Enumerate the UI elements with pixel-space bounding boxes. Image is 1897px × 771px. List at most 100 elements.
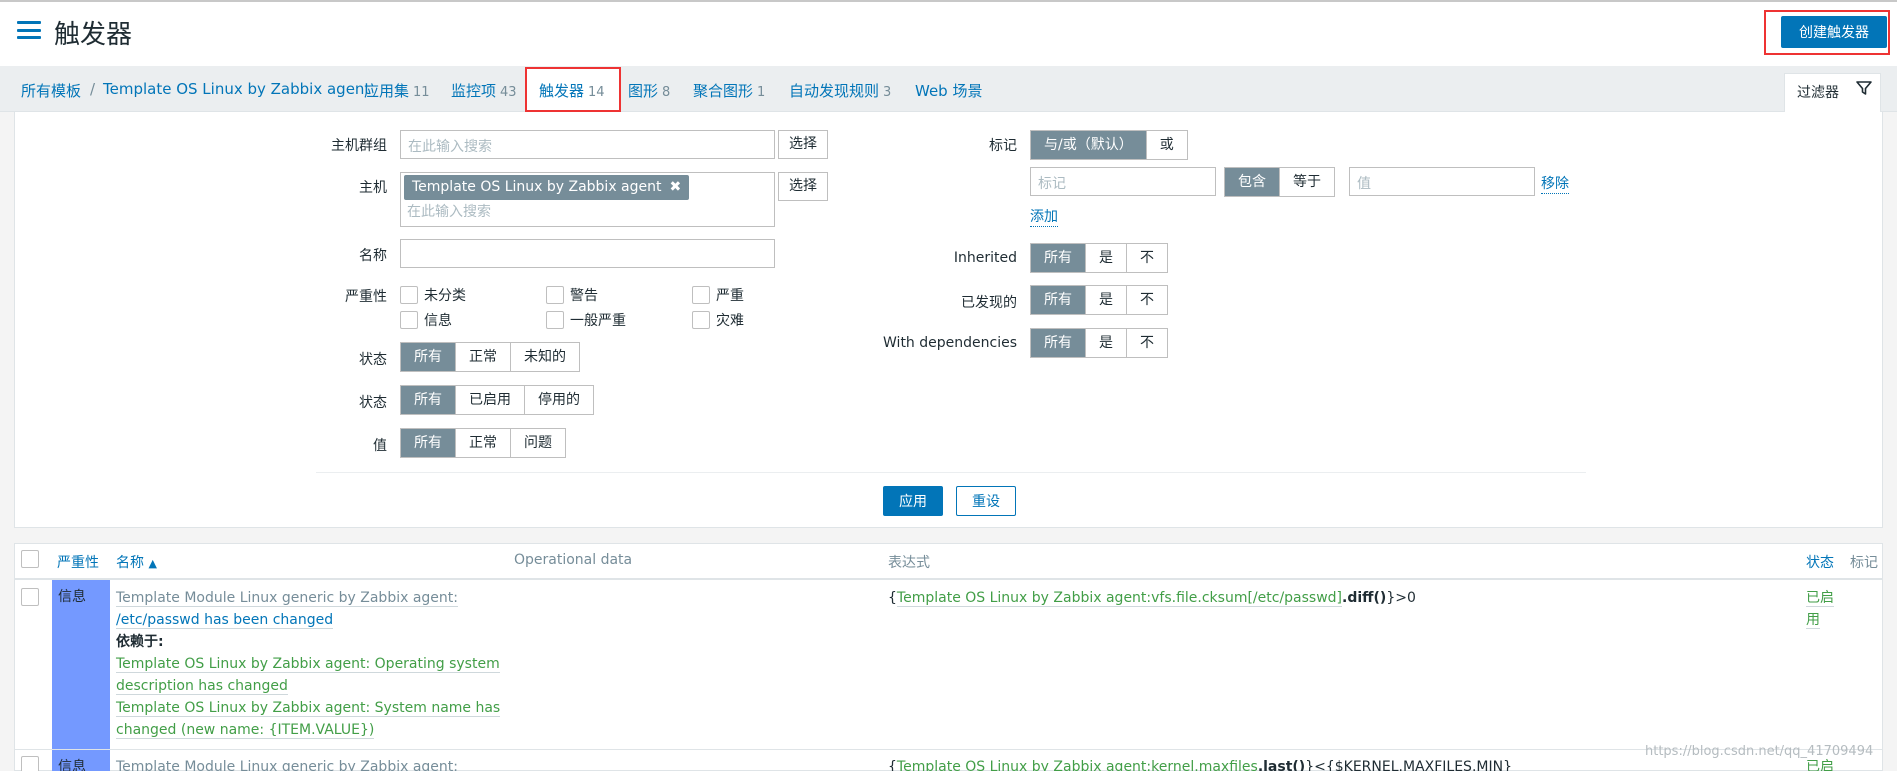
checkbox[interactable] <box>400 311 418 329</box>
tab-discovery-rules[interactable]: 自动发现规则 3 <box>789 80 891 101</box>
tab-triggers[interactable]: 触发器 14 <box>539 80 605 101</box>
tag-operator-segmented: 包含 等于 <box>1224 167 1335 197</box>
severity-badge: 信息 <box>52 580 110 749</box>
trigger-name-link[interactable]: /etc/passwd has been changed <box>116 609 334 631</box>
apply-button[interactable]: 应用 <box>883 486 943 516</box>
deps-all[interactable]: 所有 <box>1031 329 1086 357</box>
checkbox[interactable] <box>692 311 710 329</box>
checkbox[interactable] <box>400 286 418 304</box>
breadcrumb-all-templates[interactable]: 所有模板 <box>21 80 81 101</box>
checkbox[interactable] <box>692 286 710 304</box>
status-enabled[interactable]: 已启用 <box>456 386 525 414</box>
status-enabled-link[interactable]: 已启 <box>1806 587 1834 609</box>
host-label: 主机 <box>359 180 387 196</box>
depends-on-label: 依赖于: <box>116 634 164 650</box>
inherited-yes[interactable]: 是 <box>1086 244 1127 272</box>
tag-op-equals[interactable]: 等于 <box>1280 168 1334 196</box>
th-name[interactable]: 名称 ▲ <box>116 552 157 572</box>
inherited-all[interactable]: 所有 <box>1031 244 1086 272</box>
name-label: 名称 <box>359 248 387 264</box>
tag-name-input[interactable]: 标记 <box>1030 167 1216 196</box>
select-all-checkbox[interactable] <box>21 550 39 568</box>
deps-yes[interactable]: 是 <box>1086 329 1127 357</box>
dependency-link-2[interactable]: Template OS Linux by Zabbix agent: Syste… <box>116 697 501 719</box>
severity-warning[interactable]: 警告 <box>546 285 598 305</box>
tags-mode-segmented: 与/或（默认） 或 <box>1030 130 1188 160</box>
host-group-select-button[interactable]: 选择 <box>778 130 828 159</box>
severity-disaster[interactable]: 灾难 <box>692 310 744 330</box>
th-expression: 表达式 <box>888 555 930 571</box>
severity-not-classified[interactable]: 未分类 <box>400 285 466 305</box>
severity-average[interactable]: 一般严重 <box>546 310 626 330</box>
tab-count: 11 <box>413 85 430 100</box>
tab-web-scenarios[interactable]: Web 场景 <box>915 80 982 101</box>
breadcrumb-template[interactable]: Template OS Linux by Zabbix agent <box>103 80 370 98</box>
th-tags: 标记 <box>1850 555 1878 571</box>
filter-tab[interactable]: 过滤器 <box>1784 73 1881 113</box>
discovered-label: 已发现的 <box>961 295 1017 311</box>
dependency-link-1[interactable]: Template OS Linux by Zabbix agent: Opera… <box>116 653 500 675</box>
th-severity[interactable]: 严重性 <box>57 552 99 572</box>
tab-graphs[interactable]: 图形 8 <box>628 80 670 101</box>
filter-panel <box>14 112 1883 528</box>
app-root: 触发器 创建触发器 所有模板 / Template OS Linux by Za… <box>0 0 1897 771</box>
value-all[interactable]: 所有 <box>401 429 456 457</box>
discovered-all[interactable]: 所有 <box>1031 286 1086 314</box>
tag-remove-link[interactable]: 移除 <box>1541 173 1569 194</box>
breadcrumb-separator: / <box>90 80 96 98</box>
status-text: 用 <box>1806 612 1820 629</box>
dependency-link-1-cont[interactable]: description has changed <box>116 675 288 697</box>
tab-applications[interactable]: 应用集 11 <box>364 80 430 101</box>
severity-high[interactable]: 严重 <box>692 285 744 305</box>
host-select-button[interactable]: 选择 <box>778 172 828 201</box>
tab-label: 图形 <box>628 82 659 100</box>
expr-function: .last() <box>1257 759 1306 771</box>
row-checkbox[interactable] <box>21 756 39 771</box>
value-segmented: 所有 正常 问题 <box>400 428 566 458</box>
trigger-template-link[interactable]: Template Module Linux generic by Zabbix … <box>116 587 458 609</box>
discovered-yes[interactable]: 是 <box>1086 286 1127 314</box>
tag-value-input[interactable]: 值 <box>1349 167 1535 196</box>
checkbox[interactable] <box>546 286 564 304</box>
trigger-template-link[interactable]: Template Module Linux generic by Zabbix … <box>116 756 458 771</box>
hamburger-menu-icon[interactable] <box>17 21 41 39</box>
inherited-no[interactable]: 不 <box>1127 244 1167 272</box>
dependency-link-2-cont[interactable]: changed (new name: {ITEM.VALUE}) <box>116 719 375 741</box>
trigger-template-text: Template Module Linux generic by Zabbix … <box>116 590 458 607</box>
value-ok[interactable]: 正常 <box>456 429 511 457</box>
th-status[interactable]: 状态 <box>1806 552 1834 572</box>
filter-divider <box>316 472 1586 473</box>
expr-item-link[interactable]: Template OS Linux by Zabbix agent:vfs.fi… <box>896 590 1343 607</box>
status-disabled[interactable]: 停用的 <box>525 386 593 414</box>
tag-add-link[interactable]: 添加 <box>1030 206 1058 227</box>
state-unknown[interactable]: 未知的 <box>511 343 579 371</box>
state-normal[interactable]: 正常 <box>456 343 511 371</box>
deps-no[interactable]: 不 <box>1127 329 1167 357</box>
tab-label: 触发器 <box>539 82 585 100</box>
create-trigger-button[interactable]: 创建触发器 <box>1781 16 1887 48</box>
name-input[interactable] <box>400 239 775 268</box>
expr-item-link[interactable]: Template OS Linux by Zabbix agent:kernel… <box>896 759 1258 771</box>
status-text: 已启 <box>1806 590 1834 607</box>
tab-screens[interactable]: 聚合图形 1 <box>693 80 765 101</box>
checkbox[interactable] <box>546 311 564 329</box>
status-enabled-link-cont[interactable]: 用 <box>1806 609 1820 631</box>
checkbox-label: 一般严重 <box>570 313 626 329</box>
tags-mode-or[interactable]: 或 <box>1146 131 1187 159</box>
tag-op-contains[interactable]: 包含 <box>1225 168 1280 196</box>
tags-mode-andor[interactable]: 与/或（默认） <box>1031 131 1147 159</box>
tab-items[interactable]: 监控项 43 <box>451 80 517 101</box>
chip-remove-icon[interactable]: ✖ <box>670 179 682 195</box>
watermark-text: https://blog.csdn.net/qq_41709494 <box>1645 744 1874 759</box>
discovered-no[interactable]: 不 <box>1127 286 1167 314</box>
expr-brace: { <box>888 759 897 771</box>
status-all[interactable]: 所有 <box>401 386 456 414</box>
row-checkbox[interactable] <box>21 588 39 606</box>
severity-information[interactable]: 信息 <box>400 310 452 330</box>
reset-button[interactable]: 重设 <box>956 486 1016 516</box>
expr-tail: }<{$KERNEL.MAXFILES.MIN} <box>1305 759 1512 771</box>
value-problem[interactable]: 问题 <box>511 429 565 457</box>
state-all[interactable]: 所有 <box>401 343 456 371</box>
dependency-text: description has changed <box>116 678 288 695</box>
host-group-input[interactable]: 在此输入搜索 <box>400 130 775 159</box>
